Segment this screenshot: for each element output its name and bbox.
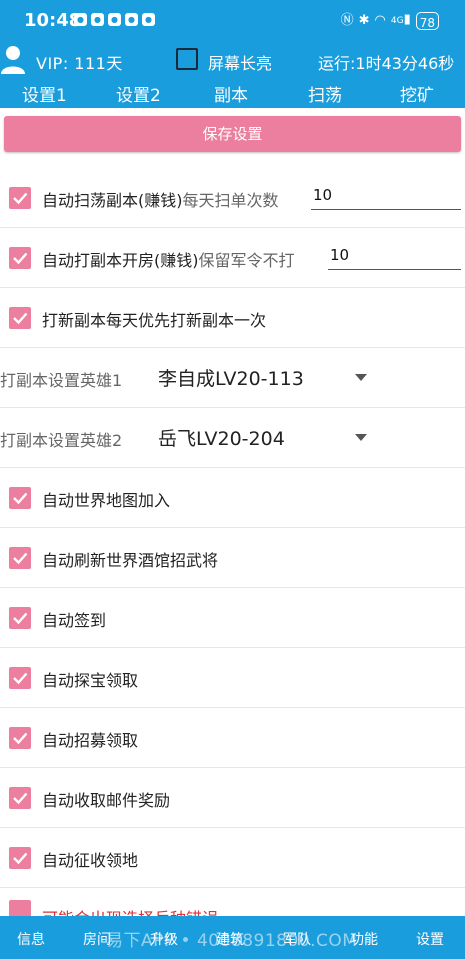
wechat-icon: ● <box>74 13 87 26</box>
territory-label: 自动征收领地 <box>42 851 139 870</box>
new-dungeon-checkbox[interactable] <box>9 307 31 329</box>
wifi-icon: ◠ <box>374 12 386 28</box>
mail-checkbox[interactable] <box>9 787 31 809</box>
row-hero2-select: 打副本设置英雄2 岳飞LV20-204 <box>0 408 465 468</box>
row-partial-warning: 可能会出现选择兵种错误 <box>0 900 465 916</box>
check-icon <box>13 672 28 685</box>
world-map-checkbox[interactable] <box>9 487 31 509</box>
world-map-label: 自动世界地图加入 <box>42 491 171 510</box>
nfc-icon: Ⓝ <box>340 12 354 28</box>
nav-settings[interactable]: 设置 <box>416 929 444 949</box>
sweep-count-input[interactable]: 10 <box>311 182 461 210</box>
recruit-checkbox[interactable] <box>9 727 31 749</box>
hero2-dropdown[interactable]: 岳飞LV20-204 <box>158 424 285 451</box>
watermark-text: 易下APP • 4008891800.COM <box>106 931 358 951</box>
check-icon <box>13 252 28 265</box>
new-dungeon-label: 打新副本每天优先打新副本一次 <box>42 311 267 330</box>
auto-sweep-label: 自动扫荡副本(赚钱)每天扫单次数 <box>42 191 279 210</box>
tavern-checkbox[interactable] <box>9 547 31 569</box>
tab-dungeon[interactable]: 副本 <box>214 81 248 106</box>
check-icon <box>13 312 28 325</box>
info-bar: VIP: 111天 屏幕长亮 运行:1时43分46秒 <box>0 42 465 78</box>
row-world-map: 自动世界地图加入 <box>0 468 465 528</box>
check-icon <box>13 192 28 205</box>
notification-icons: ● ● ● ● ● <box>74 13 155 26</box>
row-mail: 自动收取邮件奖励 <box>0 768 465 828</box>
dropdown-arrow-icon[interactable] <box>355 374 367 381</box>
system-icons: Ⓝ ✱ ◠ 4G▮ 78 <box>341 10 439 31</box>
app3-icon: ● <box>142 13 155 26</box>
mail-label: 自动收取邮件奖励 <box>42 791 171 810</box>
clock: 10:48 <box>24 10 82 31</box>
treasure-label: 自动探宝领取 <box>42 671 139 690</box>
tavern-label: 自动刷新世界酒馆招武将 <box>42 551 219 570</box>
hero2-label: 打副本设置英雄2 <box>0 431 123 450</box>
signin-checkbox[interactable] <box>9 607 31 629</box>
hero1-label: 打副本设置英雄1 <box>0 371 123 390</box>
row-treasure: 自动探宝领取 <box>0 648 465 708</box>
row-territory: 自动征收领地 <box>0 828 465 888</box>
keep-screen-checkbox[interactable] <box>176 48 198 70</box>
tab-mining[interactable]: 挖矿 <box>400 81 434 106</box>
row-auto-open-room: 自动打副本开房(赚钱)保留军令不打 10 <box>0 228 465 288</box>
runtime-text: 运行:1时43分46秒 <box>318 54 455 73</box>
save-settings-button[interactable]: 保存设置 <box>4 116 461 152</box>
signal-icon: 4G▮ <box>390 12 411 27</box>
tab-settings1[interactable]: 设置1 <box>22 81 67 106</box>
nav-info[interactable]: 信息 <box>17 929 45 949</box>
tab-sweep[interactable]: 扫荡 <box>308 81 342 106</box>
status-bar: 10:48 ● ● ● ● ● Ⓝ ✱ ◠ 4G▮ 78 <box>0 0 465 42</box>
row-auto-sweep: 自动扫荡副本(赚钱)每天扫单次数 10 <box>0 168 465 228</box>
reserve-orders-input[interactable]: 10 <box>328 242 461 270</box>
row-signin: 自动签到 <box>0 588 465 648</box>
treasure-checkbox[interactable] <box>9 667 31 689</box>
auto-open-room-checkbox[interactable] <box>9 247 31 269</box>
battery-icon: 78 <box>415 11 439 30</box>
keep-screen-label: 屏幕长亮 <box>208 54 273 73</box>
row-new-dungeon: 打新副本每天优先打新副本一次 <box>0 288 465 348</box>
check-icon <box>13 852 28 865</box>
check-icon <box>13 792 28 805</box>
check-icon <box>13 492 28 505</box>
user-avatar-icon <box>1 46 25 74</box>
vip-days: VIP: 111天 <box>36 54 123 73</box>
signin-label: 自动签到 <box>42 611 107 630</box>
tab-bar: 设置1 设置2 副本 扫荡 挖矿 <box>0 78 465 108</box>
recruit-label: 自动招募领取 <box>42 731 139 750</box>
auto-open-room-label: 自动打副本开房(赚钱)保留军令不打 <box>42 251 295 270</box>
tab-settings2[interactable]: 设置2 <box>116 81 161 106</box>
check-icon <box>13 552 28 565</box>
app-icon: ● <box>108 13 121 26</box>
check-icon <box>13 732 28 745</box>
partial-warning-text: 可能会出现选择兵种错误 <box>42 905 218 916</box>
check-icon <box>13 612 28 625</box>
row-recruit: 自动招募领取 <box>0 708 465 768</box>
auto-sweep-checkbox[interactable] <box>9 187 31 209</box>
alipay-icon: ● <box>91 13 104 26</box>
app2-icon: ● <box>125 13 138 26</box>
partial-checkbox[interactable] <box>9 900 31 916</box>
hero1-dropdown[interactable]: 李自成LV20-113 <box>158 364 304 391</box>
bottom-navigation: 信息 房间 升级 建筑 军队 功能 设置 易下APP • 4008891800.… <box>0 916 465 959</box>
territory-checkbox[interactable] <box>9 847 31 869</box>
row-hero1-select: 打副本设置英雄1 李自成LV20-113 <box>0 348 465 408</box>
bluetooth-icon: ✱ <box>358 12 370 28</box>
row-tavern: 自动刷新世界酒馆招武将 <box>0 528 465 588</box>
dropdown-arrow-icon[interactable] <box>355 434 367 441</box>
